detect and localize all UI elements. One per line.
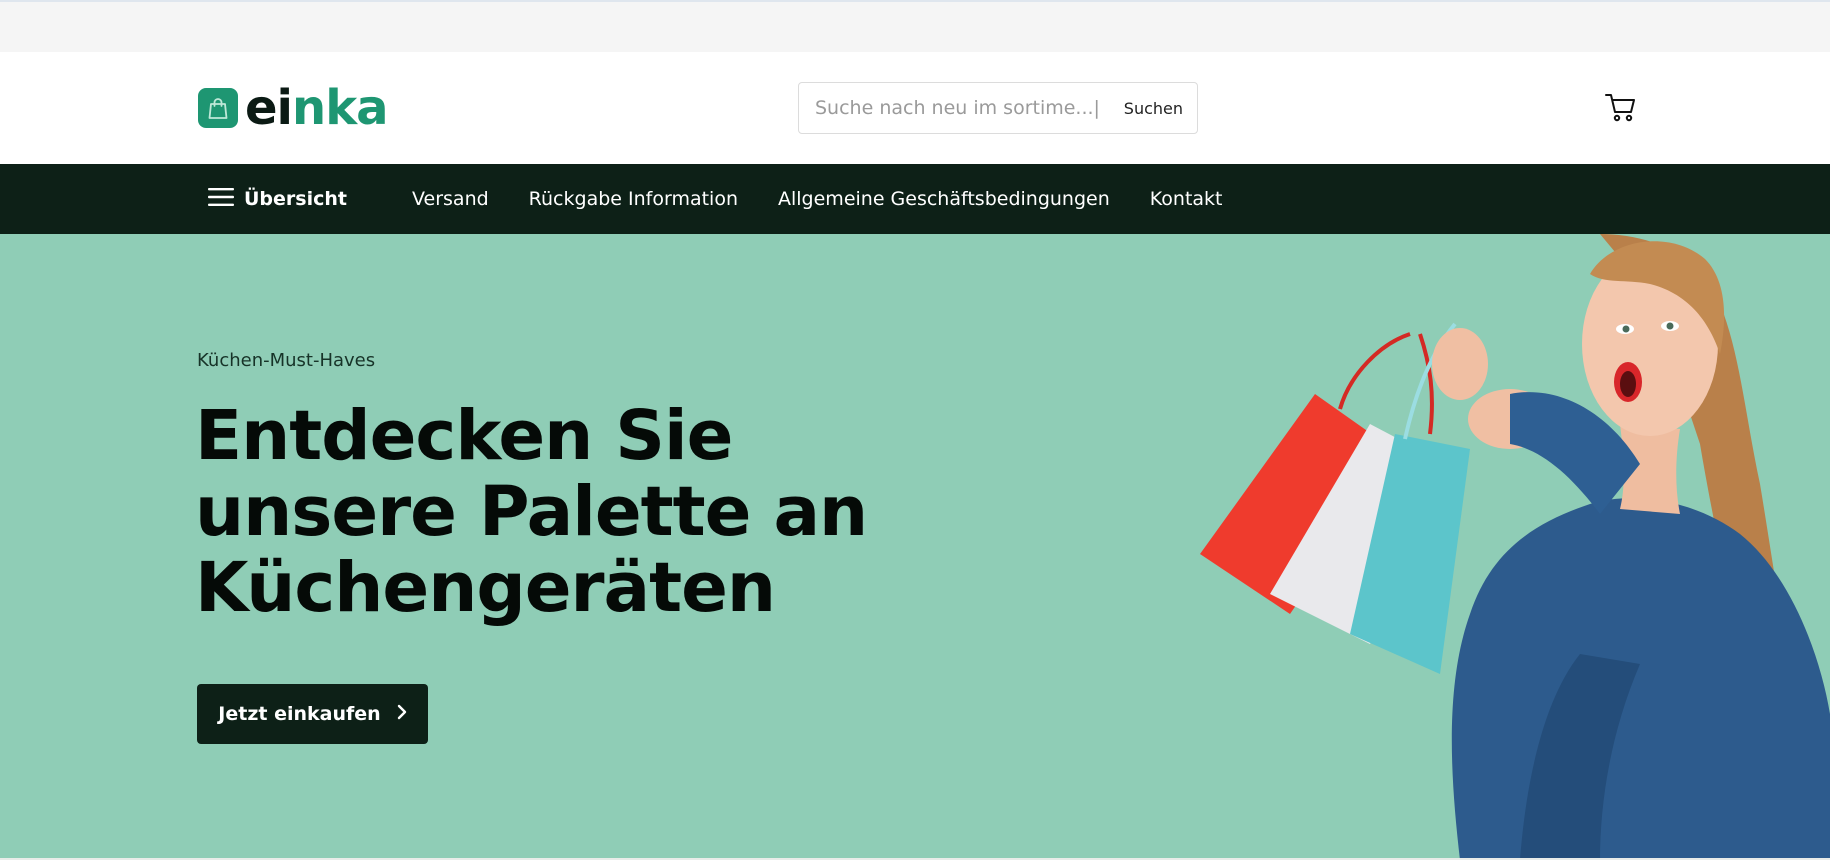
chevron-right-icon: [397, 703, 407, 725]
hero-title-line: Küchengeräten: [195, 548, 776, 628]
nav-links: Versand Rückgabe Information Allgemeine …: [412, 164, 1223, 234]
hero-shopping-woman-image: [1200, 234, 1830, 860]
hero-title: Entdecken Sie unsere Palette an Küchenge…: [195, 398, 915, 626]
shop-now-label: Jetzt einkaufen: [218, 703, 381, 725]
shopping-bag-icon: [198, 88, 238, 128]
nav-link-versand[interactable]: Versand: [412, 188, 489, 210]
hamburger-icon: [208, 187, 234, 211]
hero-eyebrow: Küchen-Must-Haves: [197, 350, 376, 371]
search-bar: Suche n: [798, 82, 1198, 134]
nav-link-rueckgabe[interactable]: Rückgabe Information: [529, 188, 738, 210]
search-input[interactable]: [815, 97, 1105, 119]
logo-wordmark: einka: [245, 80, 389, 136]
search-button[interactable]: Suchen: [1124, 99, 1183, 118]
site-logo[interactable]: einka: [198, 80, 389, 136]
hero-title-line: unsere Palette an: [195, 472, 868, 552]
cart-icon[interactable]: [1604, 90, 1638, 124]
nav-link-agb[interactable]: Allgemeine Geschäftsbedingungen: [778, 188, 1110, 210]
overview-menu-toggle[interactable]: Übersicht: [208, 164, 347, 234]
shop-now-button[interactable]: Jetzt einkaufen: [197, 684, 428, 744]
overview-menu-label: Übersicht: [244, 188, 347, 210]
browser-top-strip: [0, 0, 1830, 52]
site-header: einka Suche n: [0, 52, 1830, 164]
hero-banner: Küchen-Must-Haves Entdecken Sie unsere P…: [0, 234, 1830, 860]
main-navigation: Übersicht Versand Rückgabe Information A…: [0, 164, 1830, 234]
nav-link-kontakt[interactable]: Kontakt: [1150, 188, 1223, 210]
hero-title-line: Entdecken Sie: [195, 396, 733, 476]
